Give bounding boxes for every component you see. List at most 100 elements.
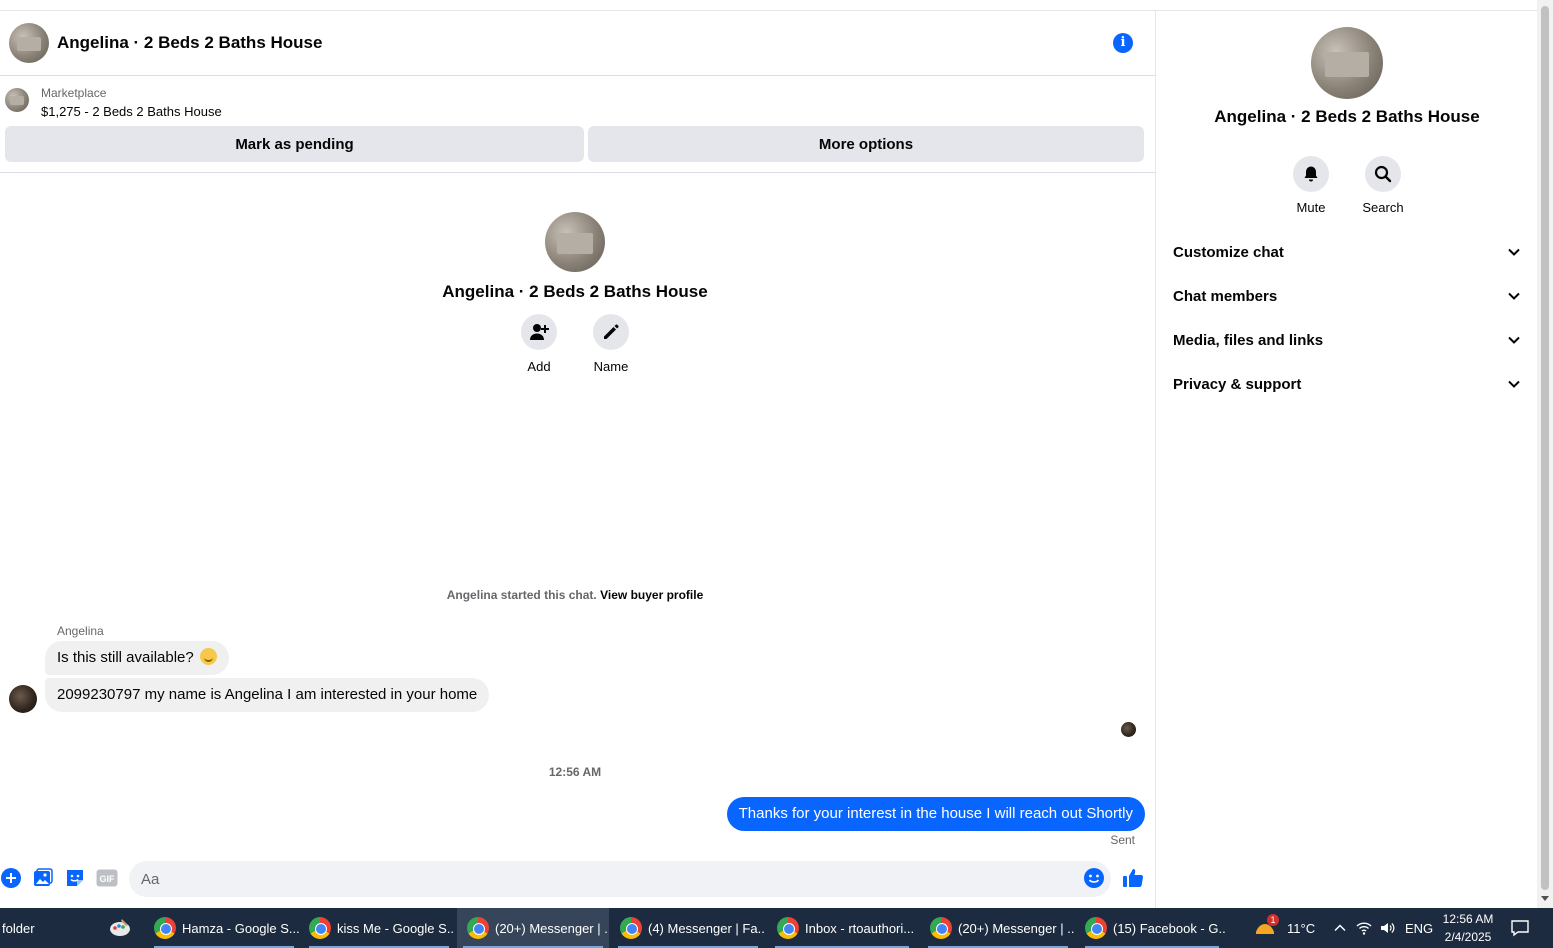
- taskbar-item-label: Inbox - rtoauthori...: [805, 920, 915, 936]
- attach-photo-button[interactable]: [32, 867, 54, 889]
- intro-title: Angelina · 2 Beds 2 Baths House: [442, 282, 708, 301]
- section-label: Customize chat: [1173, 243, 1284, 261]
- chat-header: Angelina · 2 Beds 2 Baths House i: [0, 11, 1155, 76]
- input-language[interactable]: ENG: [1405, 908, 1433, 948]
- chrome-icon: [930, 917, 952, 939]
- chrome-icon: [467, 917, 489, 939]
- section-label: Chat members: [1173, 287, 1278, 305]
- scrollbar-thumb[interactable]: [1541, 6, 1549, 890]
- add-people-button[interactable]: Add: [520, 314, 558, 374]
- network-status[interactable]: [1356, 908, 1372, 948]
- taskbar-item-label: (4) Messenger | Fa...: [648, 920, 764, 936]
- search-in-chat-button[interactable]: Search: [1361, 156, 1405, 215]
- plus-circle-icon: [1, 868, 21, 888]
- taskbar-item-folder[interactable]: folder: [0, 908, 95, 948]
- weather-widget[interactable]: 1 11°C: [1253, 908, 1315, 948]
- taskbar-chrome-hamza[interactable]: Hamza - Google S...: [148, 908, 300, 948]
- wifi-icon: [1356, 922, 1372, 935]
- paint-palette-icon: [110, 919, 130, 936]
- taskbar-chrome-messenger-4[interactable]: (4) Messenger | Fa...: [612, 908, 764, 948]
- taskbar-chrome-messenger-active[interactable]: (20+) Messenger | ...: [457, 908, 609, 948]
- clock-time: 12:56 AM: [1442, 912, 1494, 926]
- chrome-icon: [309, 917, 331, 939]
- chat-pane: Angelina · 2 Beds 2 Baths House i Market…: [0, 11, 1156, 908]
- taskbar-chrome-kiss-me[interactable]: kiss Me - Google S...: [303, 908, 455, 948]
- mark-as-pending-button[interactable]: Mark as pending: [5, 126, 584, 162]
- chat-started-notice: Angelina started this chat. View buyer p…: [0, 588, 1150, 602]
- chevron-down-icon: [1508, 380, 1520, 388]
- customize-chat-section[interactable]: Customize chat: [1173, 232, 1521, 272]
- mute-button[interactable]: Mute: [1289, 156, 1333, 215]
- view-buyer-profile-link[interactable]: View buyer profile: [600, 588, 703, 602]
- intro-avatar: [545, 212, 605, 272]
- system-clock[interactable]: 12:56 AM 2/4/2025: [1440, 910, 1496, 946]
- emoji-button[interactable]: [1083, 867, 1105, 889]
- send-like-button[interactable]: [1122, 867, 1144, 889]
- message-timestamp: 12:56 AM: [548, 765, 602, 779]
- chevron-up-icon: [1334, 924, 1346, 932]
- add-person-icon: [530, 324, 549, 340]
- search-label: Search: [1362, 200, 1404, 215]
- marketplace-banner: Marketplace $1,275 - 2 Beds 2 Baths Hous…: [0, 76, 1155, 173]
- name-chat-button[interactable]: Name: [592, 314, 630, 374]
- weather-alert-badge: 1: [1267, 914, 1279, 926]
- sticker-button[interactable]: [64, 867, 86, 889]
- name-label: Name: [593, 359, 629, 374]
- clock-date: 2/4/2025: [1444, 930, 1492, 944]
- more-actions-button[interactable]: [0, 867, 22, 889]
- info-icon[interactable]: i: [1113, 33, 1133, 53]
- search-icon: [1374, 165, 1392, 183]
- page-scrollbar[interactable]: [1537, 0, 1553, 908]
- chat-title[interactable]: Angelina · 2 Beds 2 Baths House: [57, 33, 322, 53]
- taskbar-paint-app[interactable]: [100, 908, 140, 948]
- add-label: Add: [527, 359, 551, 374]
- taskbar-item-label: (20+) Messenger | ...: [958, 920, 1074, 936]
- chrome-icon: [154, 917, 176, 939]
- sender-avatar[interactable]: [9, 685, 37, 713]
- marketplace-label: Marketplace: [41, 86, 107, 100]
- taskbar-chrome-messenger-20[interactable]: (20+) Messenger | ...: [922, 908, 1074, 948]
- chevron-down-icon: [1508, 336, 1520, 344]
- privacy-support-section[interactable]: Privacy & support: [1173, 364, 1521, 404]
- listing-thumbnail[interactable]: [5, 88, 29, 112]
- taskbar-item-label: kiss Me - Google S...: [337, 920, 455, 936]
- section-label: Privacy & support: [1173, 375, 1302, 393]
- message-input[interactable]: [129, 861, 1111, 897]
- mute-label: Mute: [1296, 200, 1326, 215]
- sender-name: Angelina: [57, 624, 104, 638]
- notifications-button[interactable]: [1510, 908, 1530, 948]
- chat-members-section[interactable]: Chat members: [1173, 276, 1521, 316]
- svg-text:GIF: GIF: [100, 874, 116, 884]
- scroll-down-arrow-icon[interactable]: [1541, 896, 1549, 901]
- thumbs-up-icon: [1123, 869, 1144, 888]
- show-hidden-icons-button[interactable]: [1333, 908, 1347, 948]
- chat-avatar[interactable]: [9, 23, 49, 63]
- windows-taskbar: folder Hamza - Google S... kiss Me - Goo…: [0, 908, 1553, 948]
- incoming-message[interactable]: Is this still available?: [45, 641, 229, 675]
- sent-status: Sent: [1110, 833, 1135, 847]
- intro-actions: Add Name: [0, 314, 1150, 374]
- taskbar-chrome-inbox[interactable]: Inbox - rtoauthori...: [769, 908, 915, 948]
- chrome-icon: [620, 917, 642, 939]
- chat-intro: Angelina · 2 Beds 2 Baths House Add Name: [0, 212, 1150, 374]
- chevron-down-icon: [1508, 292, 1520, 300]
- pencil-icon: [604, 324, 619, 339]
- outgoing-message[interactable]: Thanks for your interest in the house I …: [726, 797, 1145, 831]
- incoming-message[interactable]: 2099230797 my name is Angelina I am inte…: [45, 678, 490, 712]
- seen-indicator-avatar: [1121, 722, 1136, 737]
- section-label: Media, files and links: [1173, 331, 1324, 349]
- chat-started-text: Angelina started this chat.: [446, 588, 597, 602]
- volume-control[interactable]: [1379, 908, 1395, 948]
- emoji-icon: [1084, 868, 1104, 888]
- panel-avatar[interactable]: [1311, 27, 1383, 99]
- listing-title[interactable]: $1,275 - 2 Beds 2 Baths House: [41, 104, 222, 119]
- media-files-links-section[interactable]: Media, files and links: [1173, 320, 1521, 360]
- smile-emoji-icon: [199, 648, 217, 665]
- bell-icon: [1304, 166, 1318, 182]
- more-options-button[interactable]: More options: [588, 126, 1144, 162]
- taskbar-item-label: Hamza - Google S...: [182, 920, 300, 936]
- taskbar-item-label: folder: [2, 920, 35, 936]
- gif-button[interactable]: GIF: [96, 867, 118, 889]
- chrome-icon: [777, 917, 799, 939]
- taskbar-chrome-facebook[interactable]: (15) Facebook - G...: [1079, 908, 1225, 948]
